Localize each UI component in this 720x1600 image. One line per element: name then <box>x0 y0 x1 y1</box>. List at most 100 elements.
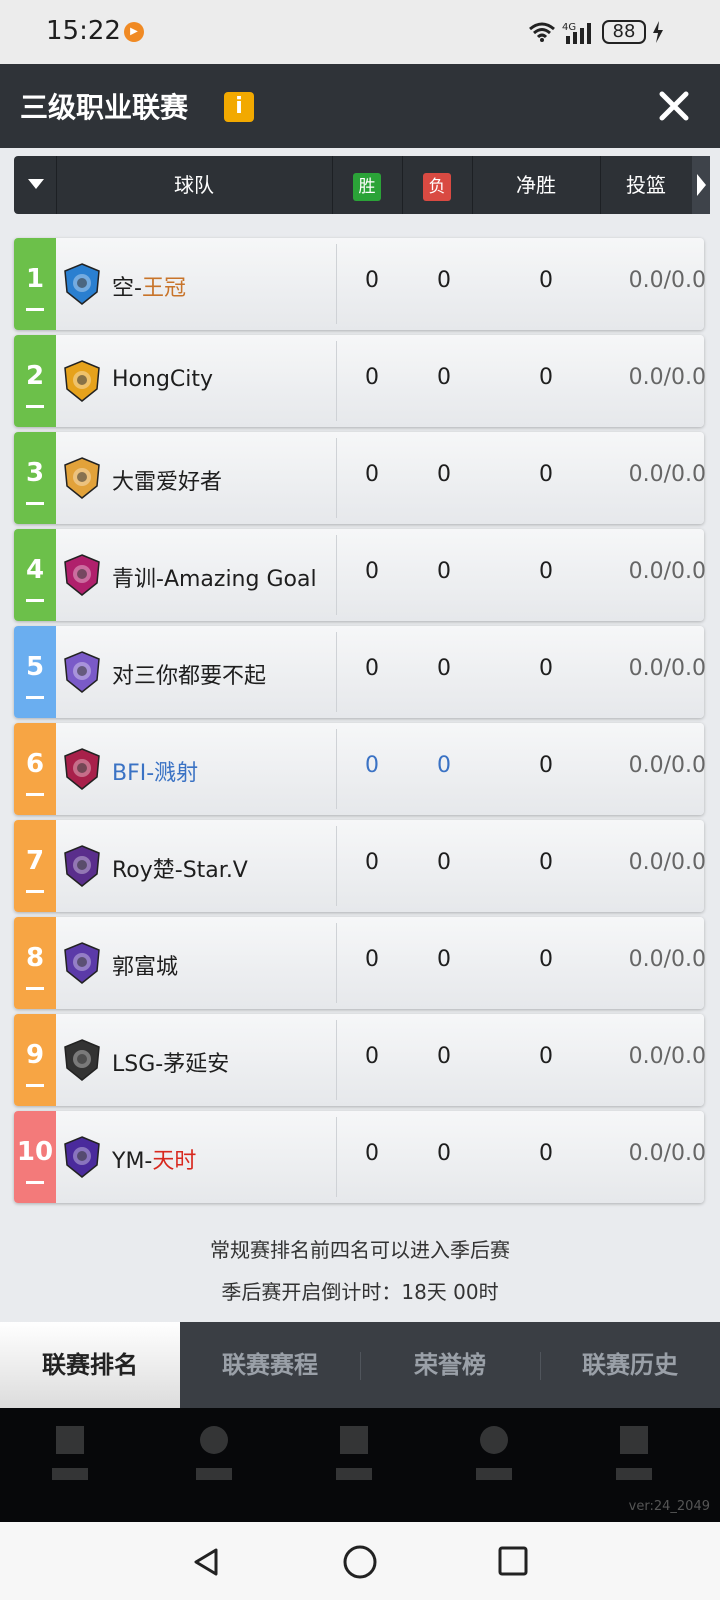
blurred-menu-icon <box>336 1426 372 1496</box>
column-divider <box>336 1117 337 1197</box>
close-icon[interactable] <box>656 88 692 124</box>
team-name-prefix: LSG-茅延安 <box>112 1052 230 1077</box>
team-name[interactable]: YM-天时 <box>112 1143 196 1175</box>
rank-cell: 2 <box>14 335 56 427</box>
team-row[interactable]: 10 YM-天时 0 0 0 0.0/0.0 <box>14 1111 706 1203</box>
team-name-prefix: HongCity <box>112 367 214 392</box>
team-name-prefix: BFI-溅射 <box>112 761 199 786</box>
team-row[interactable]: 6 BFI-溅射 0 0 0 0.0/0.0 <box>14 723 706 815</box>
rank-number: 2 <box>25 361 45 391</box>
standings-header: 球队 胜 负 净胜 投篮 <box>14 156 710 214</box>
rank-cell: 5 <box>14 626 56 718</box>
version-label: ver:24_2049 <box>628 1499 710 1514</box>
team-shooting: 0.0/0.0 <box>628 268 706 293</box>
header-losses[interactable]: 负 <box>402 156 472 214</box>
team-name-prefix: 郭富城 <box>112 955 179 980</box>
team-name[interactable]: 青训-Amazing Goal <box>112 561 317 593</box>
dropdown-sort-icon[interactable] <box>28 179 44 189</box>
team-losses: 0 <box>437 656 451 681</box>
tab-league-history[interactable]: 联赛历史 <box>540 1322 720 1408</box>
column-divider <box>336 632 337 712</box>
team-name[interactable]: 大雷爱好者 <box>112 464 222 496</box>
team-row[interactable]: 7 Roy楚-Star.V 0 0 0 0.0/0.0 <box>14 820 706 912</box>
tab-honor-board[interactable]: 荣誉榜 <box>360 1322 540 1408</box>
team-name[interactable]: Roy楚-Star.V <box>112 852 248 884</box>
team-shooting: 0.0/0.0 <box>628 1141 706 1166</box>
team-shooting: 0.0/0.0 <box>628 656 706 681</box>
team-shooting: 0.0/0.0 <box>628 462 706 487</box>
info-icon[interactable]: i <box>224 92 254 122</box>
team-name-suffix: 王冠 <box>141 276 186 301</box>
team-net: 0 <box>539 1141 553 1166</box>
rank-change-indicator <box>26 793 44 796</box>
status-indicators: 4G 88 <box>528 18 664 46</box>
team-name[interactable]: 郭富城 <box>112 949 178 981</box>
team-name[interactable]: BFI-溅射 <box>112 755 198 787</box>
team-name-prefix: 青训-Amazing Goal <box>112 567 317 592</box>
team-row[interactable]: 5 对三你都要不起 0 0 0 0.0/0.0 <box>14 626 706 718</box>
team-wins: 0 <box>365 850 379 875</box>
header-wins[interactable]: 胜 <box>332 156 402 214</box>
team-logo-icon <box>64 263 100 305</box>
team-logo-icon <box>64 457 100 499</box>
team-name[interactable]: 对三你都要不起 <box>112 658 266 690</box>
team-wins: 0 <box>365 656 379 681</box>
rank-change-indicator <box>26 308 44 311</box>
rank-number: 3 <box>25 458 45 488</box>
team-logo-icon <box>64 651 100 693</box>
team-row[interactable]: 3 大雷爱好者 0 0 0 0.0/0.0 <box>14 432 706 524</box>
rank-number: 1 <box>25 264 45 294</box>
team-logo-icon <box>64 1136 100 1178</box>
column-divider <box>336 341 337 421</box>
column-divider <box>336 923 337 1003</box>
column-divider <box>336 535 337 615</box>
team-name[interactable]: 空-王冠 <box>112 270 186 302</box>
column-divider <box>336 826 337 906</box>
rank-change-indicator <box>26 405 44 408</box>
team-wins: 0 <box>365 559 379 584</box>
battery-indicator: 88 <box>602 20 646 44</box>
blurred-menu-icon <box>476 1426 512 1496</box>
rank-change-indicator <box>26 502 44 505</box>
column-divider <box>336 1020 337 1100</box>
team-logo-icon <box>64 554 100 596</box>
rank-number: 6 <box>25 749 45 779</box>
team-wins: 0 <box>365 268 379 293</box>
header-net[interactable]: 净胜 <box>472 156 600 214</box>
team-name-prefix: 大雷爱好者 <box>112 470 223 495</box>
team-name-prefix: YM- <box>112 1149 153 1174</box>
team-row[interactable]: 2 HongCity 0 0 0 0.0/0.0 <box>14 335 706 427</box>
nav-back-icon[interactable] <box>190 1546 222 1578</box>
header-team[interactable]: 球队 <box>56 156 332 214</box>
team-row[interactable]: 8 郭富城 0 0 0 0.0/0.0 <box>14 917 706 1009</box>
team-row[interactable]: 4 青训-Amazing Goal 0 0 0 0.0/0.0 <box>14 529 706 621</box>
bottom-tabs: 联赛排名 联赛赛程 荣誉榜 联赛历史 <box>0 1322 720 1408</box>
team-shooting: 0.0/0.0 <box>628 850 706 875</box>
team-row[interactable]: 9 LSG-茅延安 0 0 0 0.0/0.0 <box>14 1014 706 1106</box>
team-losses: 0 <box>437 559 451 584</box>
team-net: 0 <box>539 947 553 972</box>
team-row[interactable]: 1 空-王冠 0 0 0 0.0/0.0 <box>14 238 706 330</box>
nav-home-icon[interactable] <box>342 1544 378 1580</box>
tab-league-schedule[interactable]: 联赛赛程 <box>180 1322 360 1408</box>
rank-cell: 3 <box>14 432 56 524</box>
team-net: 0 <box>539 462 553 487</box>
status-time: 15:22 <box>46 16 121 46</box>
team-shooting: 0.0/0.0 <box>628 753 706 778</box>
rank-change-indicator <box>26 890 44 893</box>
app-notification-icon: ▶ <box>124 22 144 42</box>
header-shooting[interactable]: 投篮 <box>600 156 692 214</box>
team-logo-icon <box>64 942 100 984</box>
team-losses: 0 <box>437 268 451 293</box>
rank-change-indicator <box>26 987 44 990</box>
page-title: 三级职业联赛 <box>20 91 189 124</box>
tab-league-ranking[interactable]: 联赛排名 <box>0 1322 180 1408</box>
team-name[interactable]: HongCity <box>112 367 213 392</box>
team-name[interactable]: LSG-茅延安 <box>112 1046 229 1078</box>
scroll-right-icon[interactable] <box>692 156 710 214</box>
team-net: 0 <box>539 656 553 681</box>
column-divider <box>336 438 337 518</box>
nav-recent-icon[interactable] <box>498 1546 528 1576</box>
playoff-rule-note: 常规赛排名前四名可以进入季后赛 <box>210 1238 510 1262</box>
team-net: 0 <box>539 753 553 778</box>
